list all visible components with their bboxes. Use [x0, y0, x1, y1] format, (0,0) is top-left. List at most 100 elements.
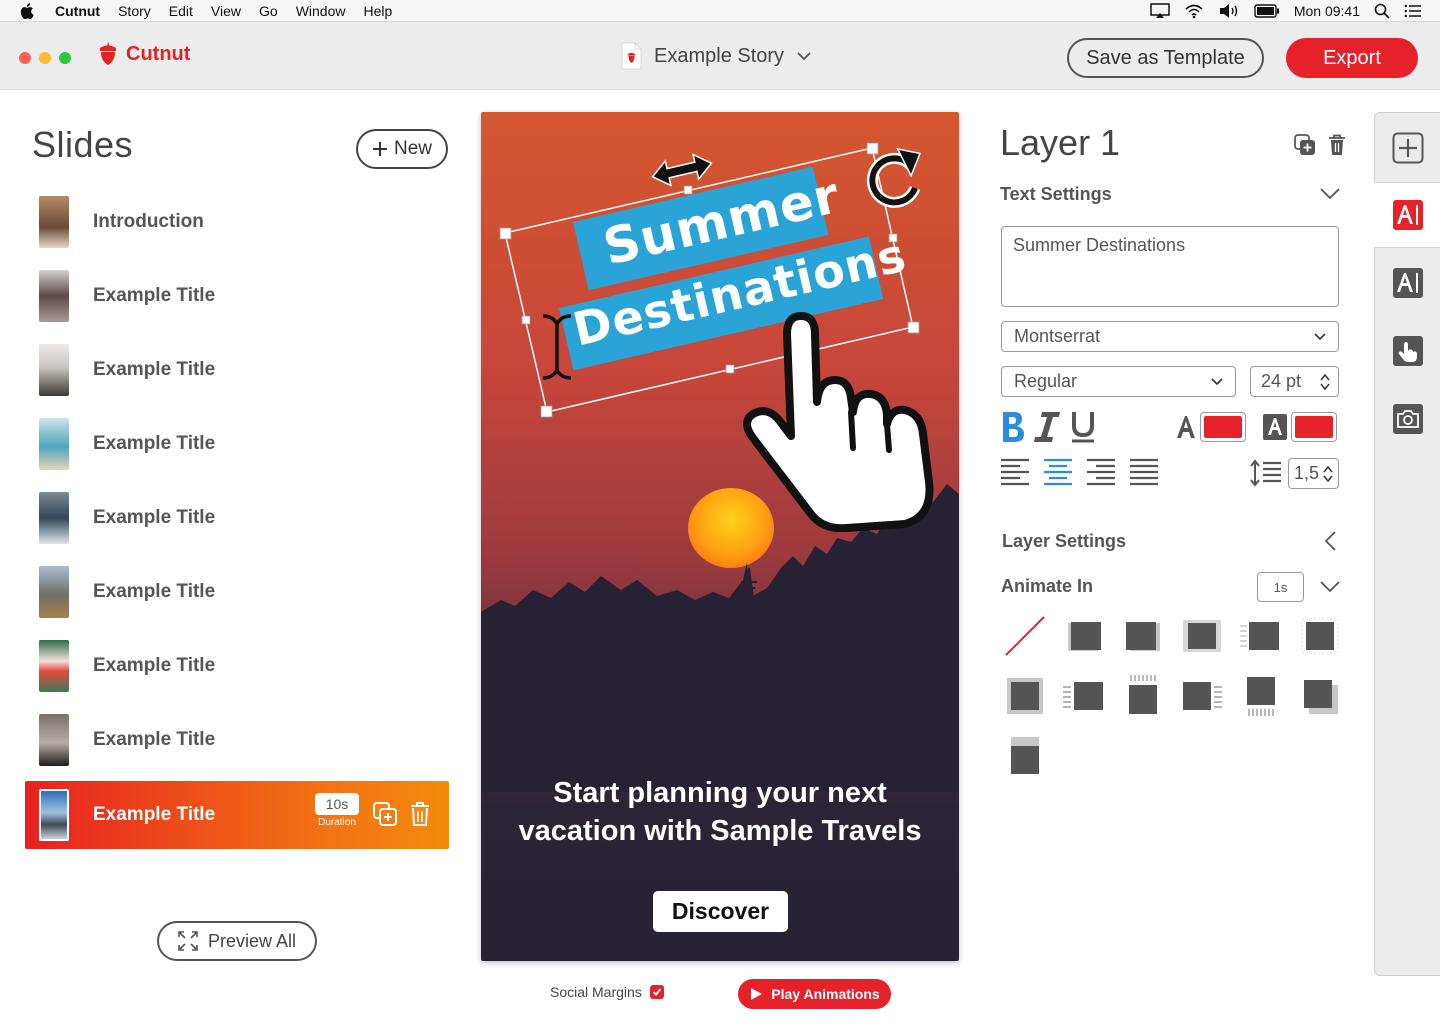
- duplicate-layer-icon[interactable]: [1294, 134, 1316, 156]
- background-color-swatch[interactable]: [1291, 412, 1337, 442]
- italic-icon[interactable]: [1034, 410, 1062, 444]
- social-margins-checkbox[interactable]: [649, 985, 664, 999]
- new-slide-button[interactable]: New: [356, 129, 448, 169]
- text-style-tool[interactable]: [1375, 250, 1440, 316]
- underline-icon[interactable]: [1070, 410, 1096, 444]
- minimize-window-button[interactable]: [39, 52, 51, 64]
- menu-edit[interactable]: Edit: [169, 3, 193, 19]
- animation-slide-left[interactable]: [1178, 672, 1225, 720]
- preview-all-button[interactable]: Preview All: [157, 921, 317, 961]
- animation-slide-right[interactable]: [1060, 672, 1107, 720]
- tool-sidebar: [1374, 112, 1440, 976]
- interaction-tool[interactable]: [1375, 318, 1440, 384]
- story-canvas[interactable]: Summer Destinations Start planning your …: [481, 112, 959, 961]
- close-window-button[interactable]: [19, 52, 31, 64]
- trash-icon[interactable]: [410, 801, 430, 827]
- text-tool[interactable]: [1374, 182, 1440, 248]
- stepper-arrows-icon[interactable]: [1323, 465, 1333, 483]
- animation-scan[interactable]: [1237, 612, 1284, 660]
- align-left-icon[interactable]: [1000, 457, 1030, 487]
- resize-arrow-icon[interactable]: [647, 150, 717, 190]
- control-center-icon[interactable]: [1404, 4, 1422, 18]
- text-settings-heading[interactable]: Text Settings: [1000, 184, 1112, 205]
- font-size-stepper[interactable]: 24 pt: [1250, 366, 1339, 397]
- menu-window[interactable]: Window: [296, 3, 346, 19]
- tagline[interactable]: Start planning your next vacation with S…: [481, 774, 959, 850]
- duplicate-slide-icon[interactable]: [372, 801, 398, 827]
- text-color-swatch[interactable]: [1200, 412, 1246, 442]
- title-bar: Cutnut Example Story Save as Template Ex…: [0, 22, 1440, 90]
- play-icon: [751, 988, 763, 1000]
- save-as-template-button[interactable]: Save as Template: [1067, 38, 1264, 78]
- animation-rise[interactable]: [1001, 732, 1048, 780]
- animation-none[interactable]: [1001, 612, 1048, 660]
- align-center-icon[interactable]: [1043, 457, 1073, 487]
- social-margins-toggle[interactable]: Social Margins: [550, 984, 664, 1000]
- clock[interactable]: Mon 09:41: [1294, 3, 1360, 19]
- animation-drop-shadow[interactable]: [1296, 672, 1343, 720]
- animation-fade-right[interactable]: [1119, 612, 1166, 660]
- document-title[interactable]: Example Story: [654, 45, 784, 68]
- align-justify-icon[interactable]: [1129, 457, 1159, 487]
- delete-layer-icon[interactable]: [1328, 134, 1346, 156]
- play-animations-button[interactable]: Play Animations: [738, 979, 891, 1009]
- font-family-select[interactable]: Montserrat: [1001, 321, 1339, 352]
- animation-blur[interactable]: [1178, 612, 1225, 660]
- search-icon[interactable]: [1374, 3, 1390, 19]
- stepper-arrows-icon[interactable]: [1320, 373, 1330, 391]
- menu-go[interactable]: Go: [259, 3, 278, 19]
- volume-icon[interactable]: [1218, 3, 1240, 19]
- animation-zoom-in[interactable]: [1001, 672, 1048, 720]
- bold-icon[interactable]: [1000, 410, 1026, 444]
- chevron-left-icon[interactable]: [1324, 531, 1336, 551]
- duration-value[interactable]: 10s: [315, 793, 359, 815]
- slide-item[interactable]: Introduction: [25, 185, 449, 259]
- battery-icon[interactable]: [1254, 4, 1280, 18]
- slide-duration[interactable]: 10s Duration: [315, 793, 359, 828]
- animate-duration-field[interactable]: 1s: [1257, 572, 1304, 602]
- chevron-down-icon[interactable]: [1320, 188, 1340, 200]
- document-switcher[interactable]: Example Story: [620, 42, 812, 70]
- animation-fade-left[interactable]: [1060, 612, 1107, 660]
- align-right-icon[interactable]: [1086, 457, 1116, 487]
- layer-settings-heading[interactable]: Layer Settings: [1002, 531, 1126, 552]
- animate-in-heading[interactable]: Animate In: [1001, 576, 1093, 597]
- slide-item-active[interactable]: Example Title 10s Duration: [25, 781, 449, 849]
- chevron-down-icon[interactable]: [796, 51, 812, 61]
- menu-view[interactable]: View: [211, 3, 241, 19]
- slide-thumbnail: [39, 270, 69, 322]
- animation-slide-down[interactable]: [1119, 672, 1166, 720]
- menu-help[interactable]: Help: [363, 3, 392, 19]
- animation-glow[interactable]: [1296, 612, 1343, 660]
- layer-text-input[interactable]: Summer Destinations: [1001, 226, 1339, 307]
- text-layer-icon: [1392, 200, 1423, 230]
- slide-animation-icon: [1182, 682, 1222, 710]
- font-weight-select[interactable]: Regular: [1001, 366, 1236, 397]
- menu-story[interactable]: Story: [118, 3, 151, 19]
- add-layer-tool[interactable]: [1375, 115, 1440, 181]
- apple-icon[interactable]: [20, 2, 36, 20]
- slide-actions: [372, 801, 430, 827]
- slide-item[interactable]: Example Title: [25, 555, 449, 629]
- animation-slide-up[interactable]: [1237, 672, 1284, 720]
- slide-item[interactable]: Example Title: [25, 703, 449, 777]
- line-height-stepper[interactable]: 1,5: [1288, 458, 1339, 489]
- zoom-window-button[interactable]: [59, 52, 71, 64]
- camera-tool[interactable]: [1375, 386, 1440, 452]
- wifi-icon[interactable]: [1184, 3, 1204, 19]
- chevron-down-icon[interactable]: [1320, 581, 1340, 593]
- slide-item[interactable]: Example Title: [25, 481, 449, 555]
- export-button[interactable]: Export: [1286, 38, 1418, 78]
- slide-label: Example Title: [93, 433, 216, 454]
- slide-item[interactable]: Example Title: [25, 333, 449, 407]
- slide-item[interactable]: Example Title: [25, 629, 449, 703]
- airplay-icon[interactable]: [1150, 3, 1170, 19]
- discover-button[interactable]: Discover: [653, 891, 788, 932]
- no-animation-icon: [1004, 616, 1045, 656]
- slide-item[interactable]: Example Title: [25, 407, 449, 481]
- add-icon: [1392, 132, 1424, 164]
- menu-app-name[interactable]: Cutnut: [55, 3, 100, 19]
- slide-item[interactable]: Example Title: [25, 259, 449, 333]
- rotate-icon[interactable]: [863, 146, 927, 214]
- slide-label: Example Title: [93, 359, 216, 380]
